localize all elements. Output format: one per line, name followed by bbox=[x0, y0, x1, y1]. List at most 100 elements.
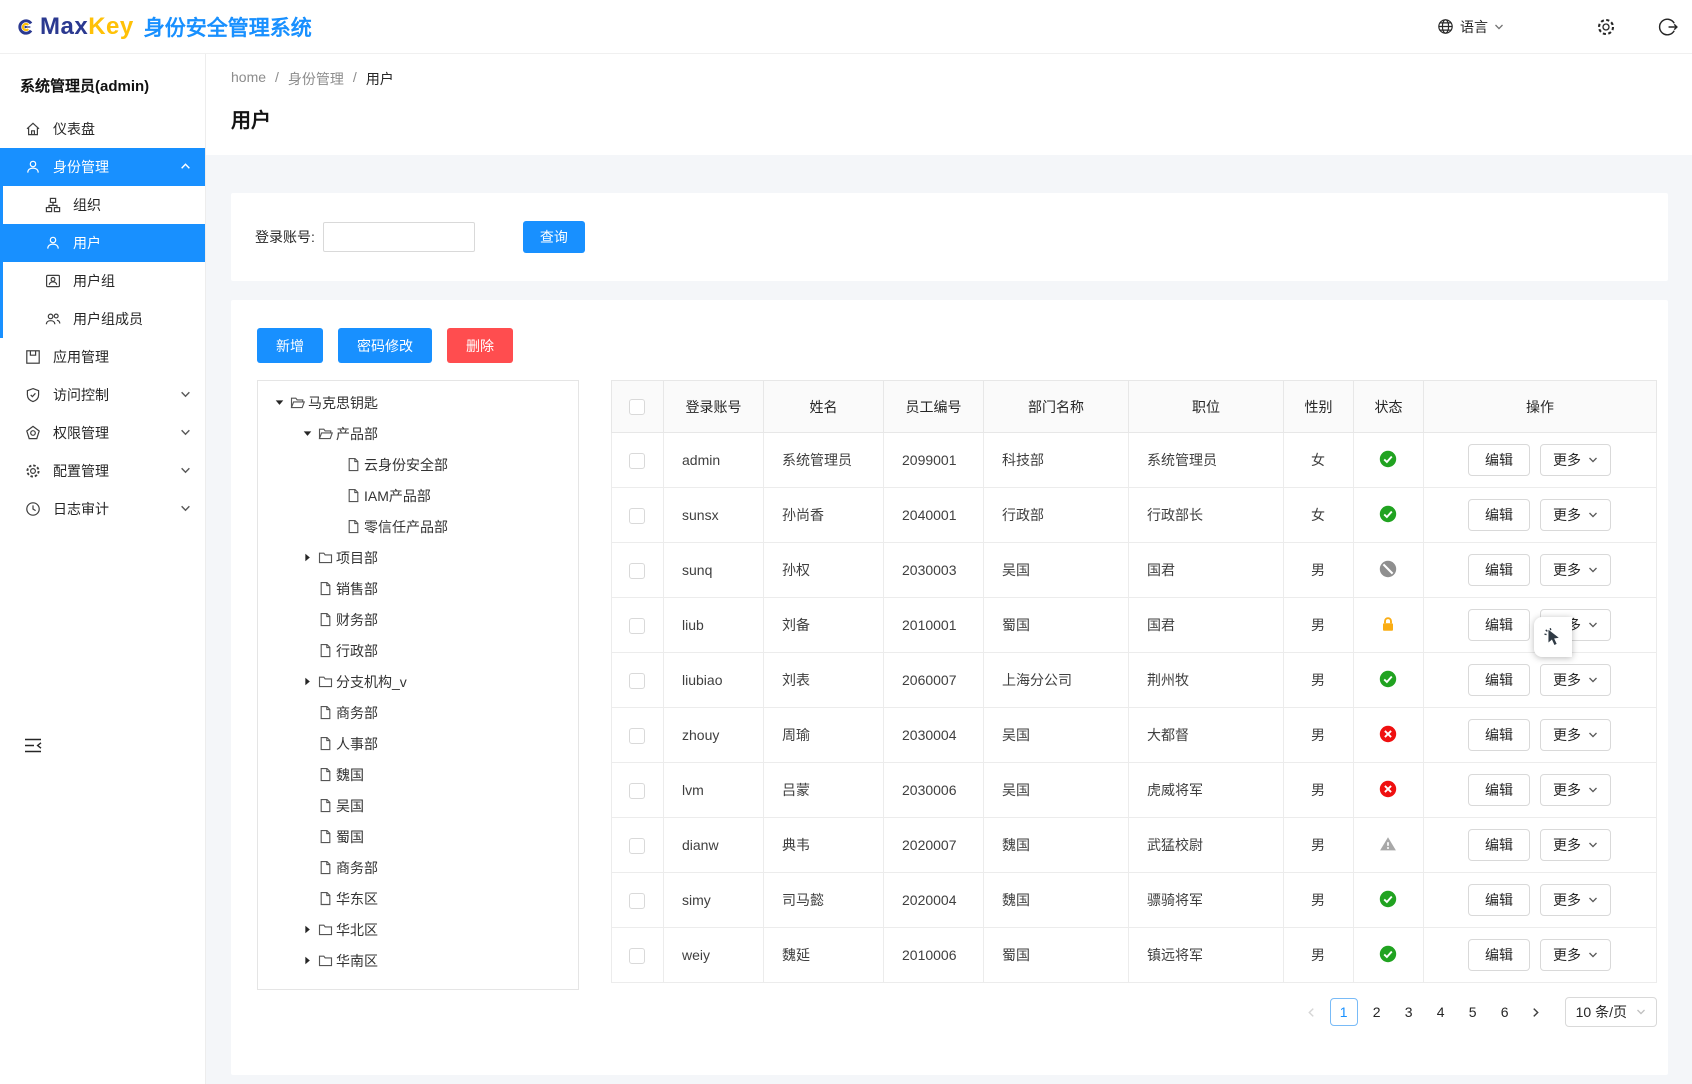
brand-subtitle: 身份安全管理系统 bbox=[144, 12, 312, 42]
tree-node[interactable]: 项目部 bbox=[258, 542, 578, 573]
sidebar-item-apps[interactable]: 应用管理 bbox=[0, 338, 205, 376]
more-button[interactable]: 更多 bbox=[1540, 664, 1611, 696]
edit-button[interactable]: 编辑 bbox=[1468, 664, 1530, 696]
cell-actions: 编辑更多 bbox=[1424, 433, 1657, 488]
sidebar-item-configuration[interactable]: 配置管理 bbox=[0, 452, 205, 490]
tree-node[interactable]: IAM产品部 bbox=[258, 480, 578, 511]
add-button[interactable]: 新增 bbox=[257, 328, 323, 363]
tree-node[interactable]: 马克思钥匙 bbox=[258, 387, 578, 418]
tree-node[interactable]: 分支机构_v bbox=[258, 666, 578, 697]
sidebar-item-group-members[interactable]: 用户组成员 bbox=[3, 300, 205, 338]
edit-button[interactable]: 编辑 bbox=[1468, 884, 1530, 916]
sidebar-item-user-groups[interactable]: 用户组 bbox=[3, 262, 205, 300]
cell-gender: 男 bbox=[1284, 653, 1354, 708]
row-checkbox[interactable] bbox=[629, 563, 645, 579]
row-checkbox[interactable] bbox=[629, 673, 645, 689]
row-checkbox[interactable] bbox=[629, 838, 645, 854]
tree-node[interactable]: 零信任产品部 bbox=[258, 511, 578, 542]
tree-node-label: 人事部 bbox=[336, 734, 378, 754]
caret-right-icon[interactable] bbox=[296, 677, 318, 686]
page-6-button[interactable]: 6 bbox=[1492, 1004, 1518, 1020]
floating-tool-button[interactable] bbox=[1534, 617, 1572, 657]
page-2-button[interactable]: 2 bbox=[1364, 1004, 1390, 1020]
logout-button[interactable] bbox=[1658, 17, 1678, 37]
more-button[interactable]: 更多 bbox=[1540, 719, 1611, 751]
tree-node[interactable]: 行政部 bbox=[258, 635, 578, 666]
tree-node[interactable]: 吴国 bbox=[258, 790, 578, 821]
breadcrumb-item[interactable]: 身份管理 bbox=[288, 69, 344, 89]
more-button[interactable]: 更多 bbox=[1540, 829, 1611, 861]
caret-down-icon[interactable] bbox=[268, 398, 290, 407]
tree-node[interactable]: 商务部 bbox=[258, 697, 578, 728]
next-page-button[interactable] bbox=[1521, 1007, 1551, 1018]
tree-node[interactable]: 魏国 bbox=[258, 759, 578, 790]
row-checkbox[interactable] bbox=[629, 453, 645, 469]
page-size-select[interactable]: 10 条/页 bbox=[1565, 997, 1657, 1027]
sidebar-collapse-button[interactable] bbox=[24, 738, 42, 753]
settings-gear-button[interactable] bbox=[1596, 17, 1616, 37]
more-button[interactable]: 更多 bbox=[1540, 774, 1611, 806]
tree-node[interactable]: 华北区 bbox=[258, 914, 578, 945]
caret-right-icon[interactable] bbox=[296, 553, 318, 562]
change-password-button[interactable]: 密码修改 bbox=[338, 328, 432, 363]
row-checkbox[interactable] bbox=[629, 783, 645, 799]
cell-gender: 男 bbox=[1284, 763, 1354, 818]
sidebar-item-users[interactable]: 用户 bbox=[3, 224, 205, 262]
query-button[interactable]: 查询 bbox=[523, 221, 585, 253]
prev-page-button[interactable] bbox=[1297, 1007, 1327, 1018]
sidebar-item-organization[interactable]: 组织 bbox=[3, 186, 205, 224]
page-4-button[interactable]: 4 bbox=[1428, 1004, 1454, 1020]
cell-employee-no: 2020007 bbox=[884, 818, 984, 873]
delete-button[interactable]: 删除 bbox=[447, 328, 513, 363]
cell-actions: 编辑更多 bbox=[1424, 763, 1657, 818]
sidebar-item-access-control[interactable]: 访问控制 bbox=[0, 376, 205, 414]
tree-node-label: 华南区 bbox=[336, 951, 378, 971]
sidebar-item-identity[interactable]: 身份管理 bbox=[3, 148, 205, 186]
more-button[interactable]: 更多 bbox=[1540, 554, 1611, 586]
more-button[interactable]: 更多 bbox=[1540, 499, 1611, 531]
edit-button[interactable]: 编辑 bbox=[1468, 774, 1530, 806]
page-5-button[interactable]: 5 bbox=[1460, 1004, 1486, 1020]
account-input[interactable] bbox=[323, 222, 475, 252]
row-checkbox[interactable] bbox=[629, 728, 645, 744]
caret-down-icon[interactable] bbox=[296, 429, 318, 438]
sidebar-item-audit[interactable]: 日志审计 bbox=[0, 490, 205, 528]
row-checkbox[interactable] bbox=[629, 893, 645, 909]
edit-button[interactable]: 编辑 bbox=[1468, 444, 1530, 476]
caret-right-icon[interactable] bbox=[296, 956, 318, 965]
select-all-checkbox[interactable] bbox=[629, 399, 645, 415]
breadcrumb-separator: / bbox=[353, 69, 357, 89]
cell-name: 刘备 bbox=[764, 598, 884, 653]
tree-node[interactable]: 产品部 bbox=[258, 418, 578, 449]
tree-node[interactable]: 云身份安全部 bbox=[258, 449, 578, 480]
edit-button[interactable]: 编辑 bbox=[1468, 829, 1530, 861]
more-button[interactable]: 更多 bbox=[1540, 939, 1611, 971]
row-checkbox[interactable] bbox=[629, 618, 645, 634]
edit-button[interactable]: 编辑 bbox=[1468, 719, 1530, 751]
tree-node[interactable]: 财务部 bbox=[258, 604, 578, 635]
edit-button[interactable]: 编辑 bbox=[1468, 939, 1530, 971]
edit-button[interactable]: 编辑 bbox=[1468, 609, 1530, 641]
page-1-button[interactable]: 1 bbox=[1330, 998, 1358, 1026]
page-3-button[interactable]: 3 bbox=[1396, 1004, 1422, 1020]
cell-account: dianw bbox=[664, 818, 764, 873]
breadcrumb-item[interactable]: home bbox=[231, 69, 266, 89]
search-panel: 登录账号: 查询 bbox=[231, 193, 1668, 281]
sidebar-item-dashboard[interactable]: 仪表盘 bbox=[0, 110, 205, 148]
more-button[interactable]: 更多 bbox=[1540, 444, 1611, 476]
more-button[interactable]: 更多 bbox=[1540, 884, 1611, 916]
tree-node[interactable]: 商务部 bbox=[258, 852, 578, 883]
language-selector[interactable]: 语言 bbox=[1437, 17, 1504, 37]
row-checkbox[interactable] bbox=[629, 508, 645, 524]
row-checkbox[interactable] bbox=[629, 948, 645, 964]
tree-node[interactable]: 华东区 bbox=[258, 883, 578, 914]
sidebar-item-permissions[interactable]: 权限管理 bbox=[0, 414, 205, 452]
edit-button[interactable]: 编辑 bbox=[1468, 554, 1530, 586]
caret-right-icon[interactable] bbox=[296, 925, 318, 934]
edit-button[interactable]: 编辑 bbox=[1468, 499, 1530, 531]
tree-node[interactable]: 人事部 bbox=[258, 728, 578, 759]
tree-node[interactable]: 华南区 bbox=[258, 945, 578, 976]
status-active-icon bbox=[1379, 945, 1397, 963]
tree-node[interactable]: 蜀国 bbox=[258, 821, 578, 852]
tree-node[interactable]: 销售部 bbox=[258, 573, 578, 604]
